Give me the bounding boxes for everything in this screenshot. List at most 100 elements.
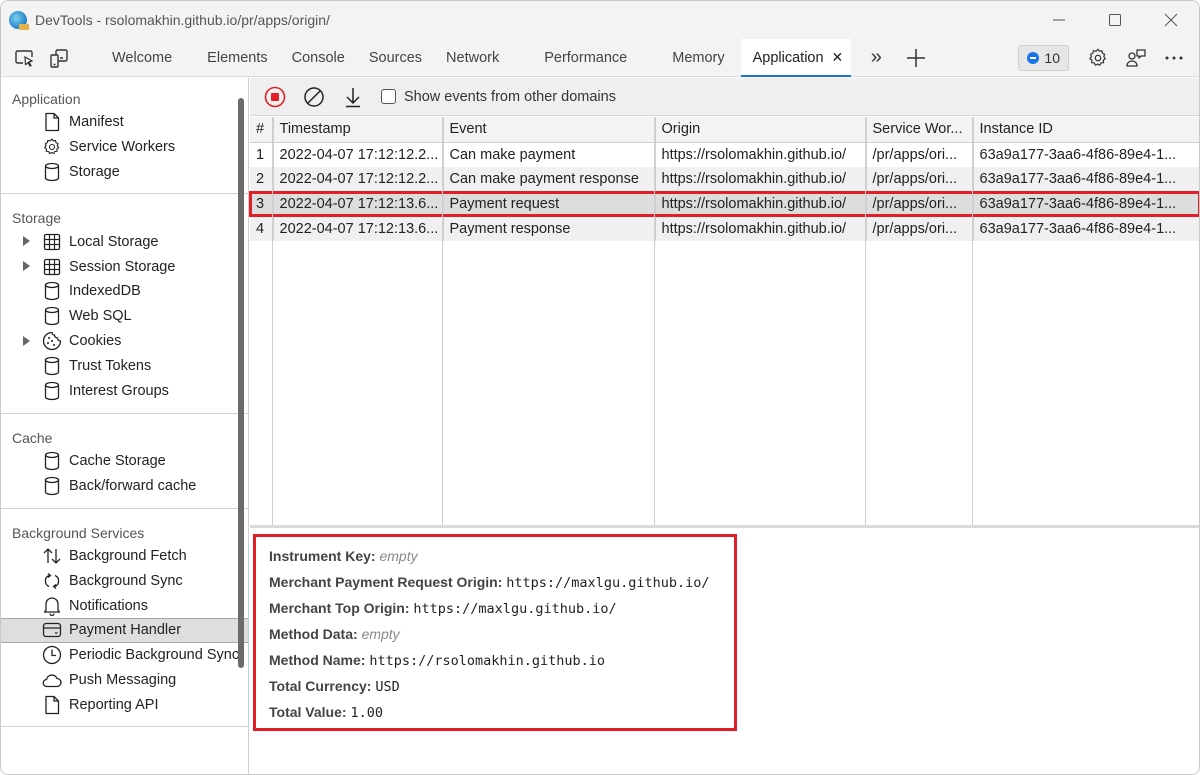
detail-value: empty: [361, 626, 400, 642]
detail-value: https://maxlgu.github.io/: [506, 575, 710, 591]
clear-button[interactable]: [301, 84, 327, 110]
feedback-button[interactable]: [1117, 39, 1155, 77]
tab-network[interactable]: Network: [434, 39, 511, 77]
detail-instrument-key: Instrument Key: empty: [269, 544, 734, 570]
sidebar-item-background-sync[interactable]: Background Sync: [1, 568, 248, 593]
more-tabs-button[interactable]: »: [859, 39, 893, 77]
sidebar-item-manifest[interactable]: Manifest: [1, 110, 248, 135]
column-header-service-worker[interactable]: Service Wor...: [865, 117, 973, 142]
column-divider: [442, 117, 443, 525]
column-header-timestamp[interactable]: Timestamp: [272, 117, 443, 142]
inspect-element-button[interactable]: [8, 39, 42, 77]
detail-key: Method Data:: [269, 626, 358, 642]
close-tab-icon[interactable]: ✕: [832, 49, 844, 66]
expand-arrow-icon[interactable]: [23, 261, 30, 272]
cell-service-worker: /pr/apps/ori...: [865, 166, 973, 192]
sidebar-item-trust-tokens[interactable]: Trust Tokens: [1, 353, 248, 378]
detail-merchant-payment-request-origin: Merchant Payment Request Origin: https:/…: [269, 570, 734, 596]
tab-memory[interactable]: Memory: [660, 39, 736, 77]
message-icon: [1027, 52, 1040, 64]
sidebar-item-cookies[interactable]: Cookies: [1, 329, 248, 354]
section-title-background-services: Background Services: [12, 524, 145, 541]
sidebar-item-session-storage[interactable]: Session Storage: [1, 254, 248, 279]
column-header-number[interactable]: #: [250, 117, 273, 142]
tab-label: Application: [752, 49, 824, 66]
sidebar-item-payment-handler[interactable]: Payment Handler: [1, 617, 248, 643]
column-header-origin[interactable]: Origin: [654, 117, 866, 142]
show-other-domains-checkbox[interactable]: [381, 89, 396, 104]
detail-value: empty: [379, 548, 418, 564]
show-other-domains-label[interactable]: Show events from other domains: [404, 89, 616, 105]
cell-event: Can make payment response: [442, 166, 655, 192]
cell-timestamp: 2022-04-07 17:12:12.2...: [272, 166, 443, 192]
database-icon: [41, 381, 63, 401]
sidebar-item-label: Reporting API: [69, 696, 159, 713]
sidebar-item-notifications[interactable]: Notifications: [1, 593, 248, 618]
sidebar-item-interest-groups[interactable]: Interest Groups: [1, 378, 248, 403]
sidebar-item-web-sql[interactable]: Web SQL: [1, 304, 248, 329]
cell-number: 4: [256, 220, 265, 237]
bell-icon: [41, 596, 63, 616]
table-row-selected[interactable]: 3 2022-04-07 17:12:13.6... Payment reque…: [249, 190, 1199, 218]
cell-instance-id: 63a9a177-3aa6-4f86-89e4-1...: [972, 166, 1199, 192]
cell-timestamp: 2022-04-07 17:12:13.6...: [272, 191, 443, 217]
sidebar-item-service-workers[interactable]: Service Workers: [1, 135, 248, 160]
sidebar-item-periodic-background-sync[interactable]: Periodic Background Sync: [1, 643, 248, 668]
sidebar-item-local-storage[interactable]: Local Storage: [1, 229, 248, 254]
tab-performance[interactable]: Performance: [532, 39, 639, 77]
table-row[interactable]: 1 2022-04-07 17:12:12.2... Can make paym…: [250, 142, 1199, 167]
sidebar-item-label: Session Storage: [69, 258, 176, 275]
more-options-button[interactable]: [1155, 39, 1193, 77]
tab-elements[interactable]: Elements: [195, 39, 279, 77]
detail-key: Total Value:: [269, 704, 347, 720]
add-tab-button[interactable]: [899, 39, 933, 77]
cell-origin: https://rsolomakhin.github.io/: [654, 166, 866, 192]
save-events-button[interactable]: [340, 84, 366, 110]
sidebar-scrollbar[interactable]: [238, 98, 244, 668]
cell-service-worker: /pr/apps/ori...: [865, 191, 973, 217]
tab-bar: Welcome Elements Console Sources Network…: [1, 38, 1199, 77]
settings-button[interactable]: [1079, 39, 1117, 77]
expand-arrow-icon[interactable]: [23, 236, 30, 247]
download-icon: [346, 87, 360, 107]
column-header-event[interactable]: Event: [442, 117, 655, 142]
maximize-button[interactable]: [1087, 1, 1143, 39]
sidebar-item-label: Manifest: [69, 114, 124, 131]
table-icon: [41, 257, 63, 277]
database-icon: [41, 162, 63, 182]
sidebar-item-label: IndexedDB: [69, 283, 141, 300]
up-down-arrows-icon: [41, 546, 63, 566]
sidebar-item-reporting-api[interactable]: Reporting API: [1, 692, 248, 717]
sidebar-item-indexeddb[interactable]: IndexedDB: [1, 279, 248, 304]
record-button[interactable]: [262, 84, 288, 110]
tab-application[interactable]: Application ✕: [740, 38, 852, 77]
sidebar-item-label: Periodic Background Sync: [69, 647, 240, 664]
sidebar-item-push-messaging[interactable]: Push Messaging: [1, 668, 248, 693]
tab-welcome[interactable]: Welcome: [100, 39, 184, 77]
issues-counter-button[interactable]: 10: [1018, 45, 1069, 71]
tab-console[interactable]: Console: [280, 39, 357, 77]
sidebar-item-cache-storage[interactable]: Cache Storage: [1, 449, 248, 474]
detail-value: https://rsolomakhin.github.io: [369, 653, 606, 669]
sidebar-item-background-fetch[interactable]: Background Fetch: [1, 544, 248, 569]
sidebar-item-back-forward-cache[interactable]: Back/forward cache: [1, 474, 248, 499]
tab-label: Console: [291, 49, 345, 66]
tab-label: Elements: [207, 49, 268, 66]
database-icon: [41, 281, 63, 301]
close-window-button[interactable]: [1143, 1, 1199, 39]
tab-sources[interactable]: Sources: [357, 39, 434, 77]
detail-value: https://maxlgu.github.io/: [413, 601, 617, 617]
minimize-button[interactable]: [1031, 1, 1087, 39]
table-row[interactable]: 4 2022-04-07 17:12:13.6... Payment respo…: [250, 216, 1199, 242]
sync-icon: [41, 571, 63, 591]
column-header-instance-id[interactable]: Instance ID: [972, 117, 1199, 142]
sidebar-item-storage[interactable]: Storage: [1, 160, 248, 185]
cell-timestamp: 2022-04-07 17:12:12.2...: [272, 142, 443, 167]
clock-icon: [41, 645, 63, 665]
expand-arrow-icon[interactable]: [23, 335, 30, 346]
sidebar-item-label: Notifications: [69, 597, 148, 614]
device-emulation-button[interactable]: [42, 39, 76, 77]
table-row[interactable]: 2 2022-04-07 17:12:12.2... Can make paym…: [250, 166, 1199, 192]
cell-number: 1: [256, 146, 265, 163]
sidebar-item-label: Trust Tokens: [69, 357, 152, 374]
